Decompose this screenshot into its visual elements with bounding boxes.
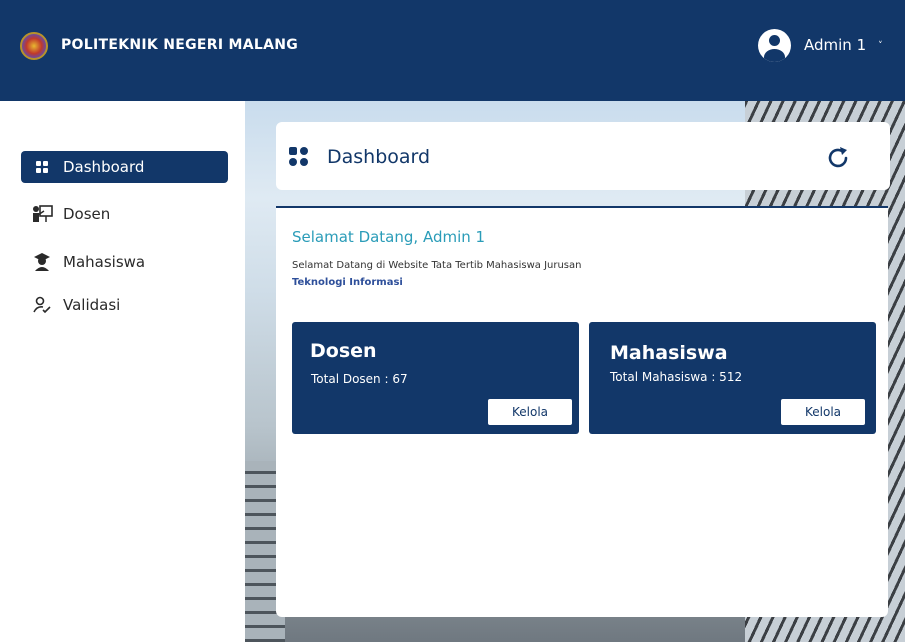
page-header: Dashboard bbox=[276, 122, 890, 190]
card-count: Total Mahasiswa : 512 bbox=[610, 370, 743, 384]
card-title: Mahasiswa bbox=[610, 342, 728, 364]
user-name[interactable]: Admin 1 bbox=[804, 36, 866, 54]
department-name: Teknologi Informasi bbox=[292, 277, 403, 288]
user-menu[interactable]: Admin 1 ˅ bbox=[758, 28, 883, 62]
top-bar: POLITEKNIK NEGERI MALANG Admin 1 ˅ bbox=[0, 0, 905, 101]
sidebar-item-label: Dashboard bbox=[63, 158, 145, 176]
welcome-title: Selamat Datang, Admin 1 bbox=[292, 228, 486, 246]
user-check-icon bbox=[31, 296, 53, 314]
sidebar-item-label: Mahasiswa bbox=[63, 253, 146, 271]
dashboard-icon bbox=[31, 158, 53, 176]
kelola-mahasiswa-button[interactable]: Kelola bbox=[781, 399, 865, 425]
sidebar: Dashboard Dosen Mahasiswa Validasi bbox=[0, 101, 245, 642]
sidebar-item-mahasiswa[interactable]: Mahasiswa bbox=[21, 246, 228, 278]
mahasiswa-card: Mahasiswa Total Mahasiswa : 512 Kelola bbox=[589, 322, 876, 434]
chevron-down-icon[interactable]: ˅ bbox=[878, 41, 883, 51]
sidebar-item-dashboard[interactable]: Dashboard bbox=[21, 151, 228, 183]
brand-title: POLITEKNIK NEGERI MALANG bbox=[61, 37, 299, 53]
dosen-card: Dosen Total Dosen : 67 Kelola bbox=[292, 322, 579, 434]
refresh-icon[interactable] bbox=[826, 146, 850, 174]
student-icon bbox=[31, 253, 53, 271]
teacher-icon bbox=[31, 205, 53, 223]
polinema-logo bbox=[20, 32, 48, 60]
card-count: Total Dosen : 67 bbox=[311, 372, 408, 386]
user-avatar-icon[interactable] bbox=[758, 28, 791, 62]
page-title: Dashboard bbox=[327, 146, 431, 168]
card-title: Dosen bbox=[310, 340, 377, 362]
sidebar-item-validasi[interactable]: Validasi bbox=[21, 289, 228, 321]
sidebar-item-dosen[interactable]: Dosen bbox=[21, 198, 228, 230]
kelola-dosen-button[interactable]: Kelola bbox=[488, 399, 572, 425]
sidebar-item-label: Validasi bbox=[63, 296, 121, 314]
welcome-description: Selamat Datang di Website Tata Tertib Ma… bbox=[292, 260, 582, 271]
dashboard-icon bbox=[289, 147, 309, 171]
sidebar-item-label: Dosen bbox=[63, 205, 111, 223]
welcome-panel: Selamat Datang, Admin 1 Selamat Datang d… bbox=[276, 206, 888, 617]
